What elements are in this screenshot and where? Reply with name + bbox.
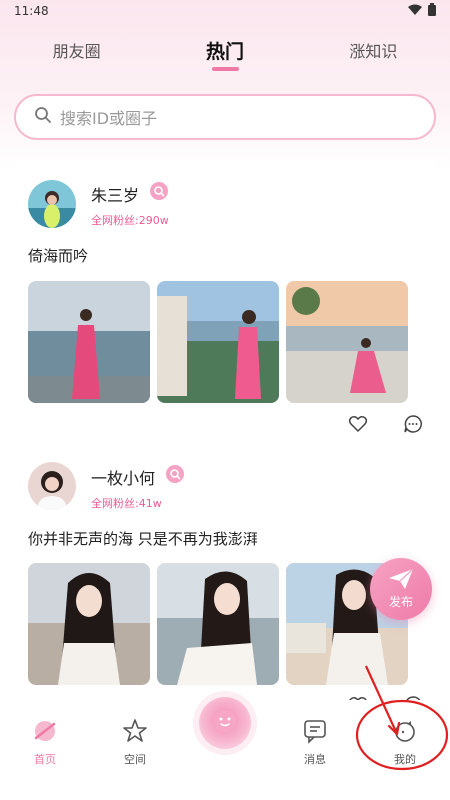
post-photo[interactable] bbox=[157, 563, 279, 685]
post-photo[interactable] bbox=[157, 281, 279, 403]
tabbar-item-profile[interactable]: 我的 bbox=[375, 718, 435, 767]
paper-plane-icon bbox=[388, 568, 414, 593]
tabbar-label: 空间 bbox=[124, 753, 146, 766]
tabbar-item-home[interactable]: 首页 bbox=[15, 718, 75, 767]
post-username[interactable]: 一枚小何 bbox=[91, 465, 155, 489]
home-icon bbox=[32, 718, 58, 747]
publish-button[interactable]: 发布 bbox=[370, 558, 432, 620]
status-time: 11:48 bbox=[14, 4, 49, 18]
avatar[interactable] bbox=[28, 462, 76, 510]
post-card: 一枚小何 全网粉丝:41w 你并非无声的海 只是不再为我澎湃 bbox=[14, 440, 436, 700]
verified-icon bbox=[166, 465, 184, 483]
post-photo[interactable] bbox=[28, 281, 150, 403]
tab-hot[interactable]: 热门 bbox=[206, 37, 244, 64]
search-input[interactable]: 搜索ID或圈子 bbox=[14, 94, 436, 140]
status-bar: 11:48 bbox=[0, 0, 450, 22]
tabbar-label: 首页 bbox=[34, 753, 56, 766]
tabbar-item-messages[interactable]: 消息 bbox=[285, 718, 345, 767]
top-tabs: 朋友圈 热门 涨知识 bbox=[0, 30, 450, 70]
post-photo[interactable] bbox=[28, 563, 150, 685]
center-action-button[interactable] bbox=[199, 697, 251, 749]
post-text: 倚海而吟 bbox=[28, 247, 89, 265]
like-icon[interactable] bbox=[348, 414, 368, 434]
post-photo[interactable] bbox=[286, 281, 408, 403]
post-text: 你并非无声的海 只是不再为我澎湃 bbox=[28, 530, 258, 548]
tab-indicator bbox=[212, 67, 239, 71]
header-background bbox=[0, 0, 450, 170]
post-card: 朱三岁 全网粉丝:290w 倚海而吟 bbox=[14, 160, 436, 440]
post-feed: 朱三岁 全网粉丝:290w 倚海而吟 一枚小何 全网粉丝:41w 你并非无声的海… bbox=[14, 160, 436, 700]
profile-icon bbox=[392, 718, 418, 747]
tab-knowledge[interactable]: 涨知识 bbox=[349, 38, 397, 62]
search-placeholder: 搜索ID或圈子 bbox=[60, 109, 158, 128]
verified-icon bbox=[150, 182, 168, 200]
fans-count: 全网粉丝:41w bbox=[91, 497, 162, 510]
wifi-icon bbox=[408, 4, 422, 19]
fans-count: 全网粉丝:290w bbox=[91, 214, 169, 227]
tabbar-label: 我的 bbox=[394, 753, 416, 766]
tabbar-label: 消息 bbox=[304, 753, 326, 766]
tabbar-item-space[interactable]: 空间 bbox=[105, 718, 165, 767]
tab-friends[interactable]: 朋友圈 bbox=[53, 38, 101, 62]
publish-label: 发布 bbox=[388, 595, 413, 609]
battery-icon bbox=[428, 3, 436, 19]
avatar[interactable] bbox=[28, 180, 76, 228]
face-icon bbox=[212, 708, 238, 738]
post-username[interactable]: 朱三岁 bbox=[91, 182, 139, 206]
comment-icon[interactable] bbox=[403, 414, 423, 434]
star-icon bbox=[122, 718, 148, 747]
search-icon bbox=[34, 106, 52, 128]
message-icon bbox=[302, 718, 328, 747]
